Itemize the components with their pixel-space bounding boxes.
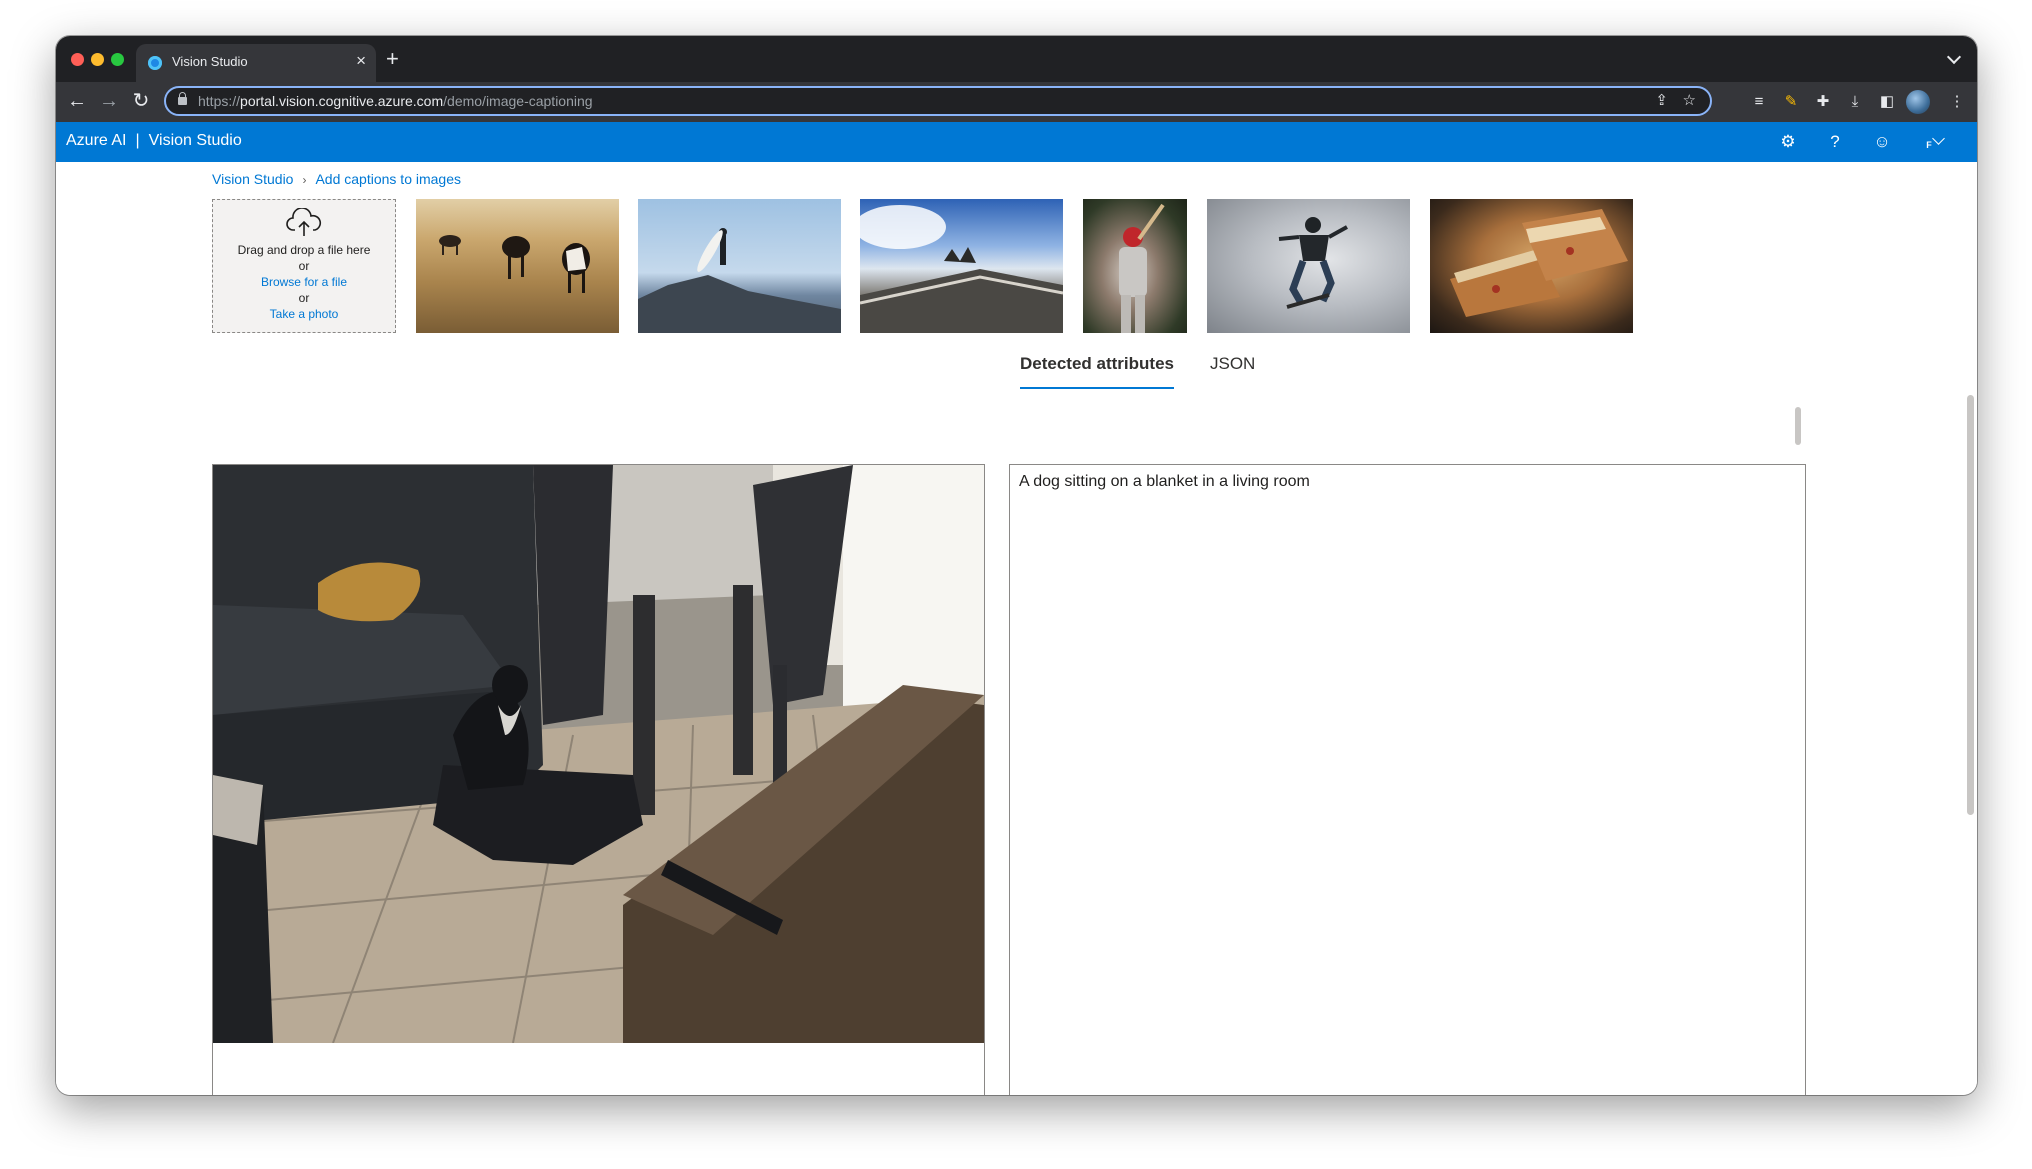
url-path: /demo/image-captioning: [443, 93, 593, 109]
sample-image-skateboarder[interactable]: [1207, 199, 1410, 333]
browser-window: Vision Studio × + ← → ↻ https://portal.v…: [56, 36, 1977, 1095]
back-arrow-icon[interactable]: ←: [64, 88, 90, 114]
sample-image-surfer[interactable]: [638, 199, 841, 333]
baseball-player-illustration: [1119, 203, 1165, 333]
file-upload-dropzone[interactable]: Drag and drop a file here or Browse for …: [212, 199, 396, 333]
tab-strip: Vision Studio × +: [56, 36, 1977, 82]
maximize-window-button[interactable]: [111, 53, 124, 66]
building-illustration: [860, 205, 1063, 333]
image-preview-panel: [212, 464, 985, 1095]
upload-or-text: or: [298, 259, 310, 273]
forward-arrow-icon[interactable]: →: [96, 88, 122, 114]
results-panel: A dog sitting on a blanket in a living r…: [1009, 464, 1806, 1095]
analyzed-image: [213, 465, 984, 1043]
brand-name: Azure AI: [66, 132, 127, 149]
upload-or-text: or: [298, 291, 310, 305]
reload-icon[interactable]: ↻: [128, 88, 154, 114]
lock-icon[interactable]: [178, 92, 187, 105]
sample-image-sandwich[interactable]: [1430, 199, 1633, 333]
breadcrumb-chevron-icon: ›: [302, 173, 307, 187]
surfer-illustration: [638, 228, 841, 333]
bookmark-star-icon[interactable]: ☆: [1683, 91, 1696, 111]
tab-json[interactable]: JSON: [1210, 350, 1255, 378]
share-icon[interactable]: ⇪: [1655, 91, 1668, 111]
sample-image-baseball-player[interactable]: [1083, 199, 1187, 333]
help-icon[interactable]: ?: [1824, 131, 1846, 153]
upload-drag-text: Drag and drop a file here: [237, 243, 371, 257]
url-text[interactable]: https://portal.vision.cognitive.azure.co…: [198, 93, 593, 109]
take-photo-link[interactable]: Take a photo: [213, 306, 395, 322]
app-brand[interactable]: Azure AI | Vision Studio: [66, 132, 242, 150]
browse-file-link[interactable]: Browse for a file: [213, 274, 395, 290]
page-scrollbar[interactable]: [1967, 395, 1974, 815]
breadcrumb-add-captions[interactable]: Add captions to images: [315, 171, 461, 187]
browser-toolbar: ← → ↻ https://portal.vision.cognitive.az…: [56, 82, 1977, 122]
breadcrumb-vision-studio[interactable]: Vision Studio: [212, 171, 293, 187]
sample-image-building[interactable]: [860, 199, 1063, 333]
product-name: Vision Studio: [148, 132, 242, 149]
cloud-upload-icon: [286, 208, 322, 236]
url-prefix: https://: [198, 93, 241, 109]
cows-illustration: [439, 235, 590, 293]
address-bar[interactable]: https://portal.vision.cognitive.azure.co…: [164, 86, 1712, 116]
side-panel-icon[interactable]: ◧: [1876, 91, 1898, 113]
tab-detected-attributes[interactable]: Detected attributes: [1020, 350, 1174, 389]
tab-search-chevron-icon[interactable]: [1946, 49, 1962, 65]
living-room-dog-image: [213, 465, 984, 1043]
main-content: Vision Studio › Add captions to images Dra…: [56, 162, 1977, 1095]
vision-studio-favicon-icon: [148, 56, 162, 70]
extensions-puzzle-icon[interactable]: ✚: [1812, 91, 1834, 113]
browser-menu-icon[interactable]: ⋮: [1946, 91, 1968, 113]
tab-close-icon[interactable]: ×: [356, 51, 366, 71]
caption-result: A dog sitting on a blanket in a living r…: [1019, 473, 1310, 490]
azure-header: Azure AI | Vision Studio ⚙ ? ☺ F: [56, 122, 1977, 162]
notes-edit-icon[interactable]: ✎: [1780, 91, 1802, 113]
reading-list-icon[interactable]: ≡: [1748, 91, 1770, 113]
skateboarder-illustration: [1278, 217, 1348, 309]
minimize-window-button[interactable]: [91, 53, 104, 66]
brand-separator: |: [135, 132, 140, 149]
close-window-button[interactable]: [71, 53, 84, 66]
settings-gear-icon[interactable]: ⚙: [1777, 131, 1799, 153]
browser-tab-vision-studio[interactable]: Vision Studio ×: [136, 44, 376, 82]
tabs-scrollbar[interactable]: [1795, 407, 1801, 445]
downloads-icon[interactable]: ⤓: [1844, 91, 1866, 113]
feedback-smiley-icon[interactable]: ☺: [1871, 131, 1893, 153]
profile-avatar[interactable]: [1906, 90, 1930, 114]
tab-title: Vision Studio: [172, 54, 248, 69]
new-tab-button[interactable]: +: [386, 46, 399, 72]
sample-image-cows[interactable]: [416, 199, 619, 333]
breadcrumb: Vision Studio › Add captions to images: [212, 171, 461, 187]
url-host: portal.vision.cognitive.azure.com: [240, 93, 444, 109]
sandwich-illustration: [1450, 209, 1628, 317]
